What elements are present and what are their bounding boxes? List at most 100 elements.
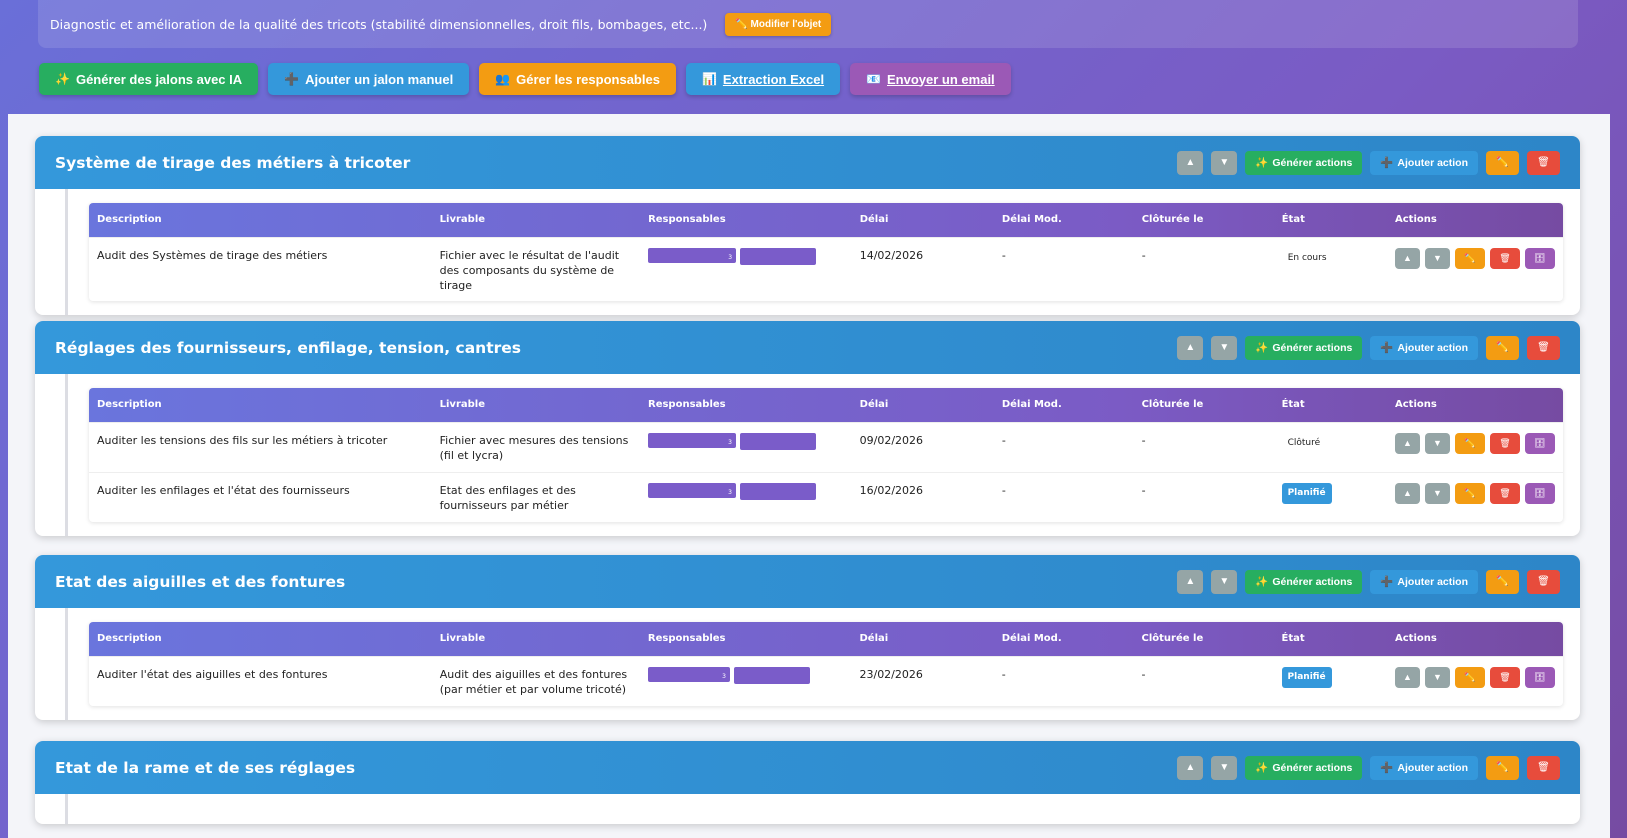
generate-actions-label: Générer actions [1272,156,1353,169]
responsable-chip[interactable]: 3 [647,666,730,682]
generate-milestones-ai-button[interactable]: ✨ Générer des jalons avec IA [39,63,259,95]
delete-milestone-trash-icon[interactable]: 🗑 [1527,569,1560,594]
responsable-chip[interactable] [740,432,816,450]
cell-delai: 23/02/2026 [851,655,994,706]
cell-actions: ▲ ▼ ✏️ 🗑 🗄 [1387,471,1563,522]
table-header-row: Description Livrable Responsables Délai Déla… [89,203,1563,237]
move-down-icon[interactable]: ▼ [1211,569,1238,594]
move-up-icon[interactable]: ▲ [1177,569,1204,594]
responsable-count: 3 [722,672,726,680]
responsables-list: 3 [648,247,844,265]
cell-description: Auditer les enfilages et l'état des four… [89,471,432,522]
responsable-chip[interactable] [733,666,810,684]
move-up-icon[interactable]: ▲ [1177,335,1204,360]
move-up-icon[interactable]: ▲ [1177,755,1204,780]
header-zone: Diagnostic et amélioration de la qualité… [8,0,1610,114]
edit-milestone-pencil-icon[interactable]: ✏️ [1486,755,1519,780]
row-archive-icon[interactable]: 🗄 [1525,482,1555,504]
responsable-chip[interactable]: 3 [648,247,737,263]
manage-responsables-button[interactable]: 👥 Gérer les responsables [479,63,676,95]
edit-milestone-pencil-icon[interactable]: ✏️ [1486,569,1519,594]
row-move-up-icon[interactable]: ▲ [1395,432,1420,454]
plus-icon: ➕ [1380,342,1394,354]
table-row: Audit des Systèmes de tirage des métiers… [89,236,1563,301]
milestone-card: Réglages des fournisseurs, enfilage, ten… [35,321,1580,536]
add-action-label: Ajouter action [1397,575,1468,588]
row-move-up-icon[interactable]: ▲ [1395,247,1420,269]
row-delete-trash-icon[interactable]: 🗑 [1490,247,1520,269]
row-edit-pencil-icon[interactable]: ✏️ [1455,247,1485,269]
add-action-button[interactable]: ➕ Ajouter action [1370,335,1478,360]
generate-actions-button[interactable]: ✨ Générer actions [1245,755,1363,780]
milestone-body: Description Livrable Responsables Délai Déla… [35,374,1580,536]
row-edit-pencil-icon[interactable]: ✏️ [1455,482,1485,504]
row-archive-icon[interactable]: 🗄 [1525,666,1555,688]
send-email-button[interactable]: 📧 Envoyer un email [850,63,1011,95]
row-move-down-icon[interactable]: ▼ [1425,432,1450,454]
responsable-chip[interactable]: 3 [648,432,736,448]
cell-actions: ▲ ▼ ✏️ 🗑 🗄 [1387,236,1563,301]
chart-icon: 📊 [701,72,717,86]
move-down-icon[interactable]: ▼ [1211,755,1238,780]
people-icon: 👥 [495,72,511,86]
column-header-description: Description [97,399,162,411]
row-move-down-icon[interactable]: ▼ [1425,247,1450,269]
cell-description: Auditer l'état des aiguilles et des font… [89,655,432,706]
edit-milestone-pencil-icon[interactable]: ✏️ [1486,335,1519,360]
row-delete-trash-icon[interactable]: 🗑 [1490,432,1520,454]
row-actions: ▲ ▼ ✏️ 🗑 🗄 [1395,432,1555,454]
milestone-card: Système de tirage des métiers à tricoter… [35,136,1580,315]
responsable-chip[interactable] [740,247,817,265]
delete-milestone-trash-icon[interactable]: 🗑 [1527,335,1560,360]
generate-actions-button[interactable]: ✨ Générer actions [1245,150,1363,175]
responsables-list: 3 [647,666,844,684]
cell-livrable: Audit des aiguilles et des fontures (par… [431,655,640,706]
row-archive-icon[interactable]: 🗄 [1525,432,1555,454]
add-action-button[interactable]: ➕ Ajouter action [1370,755,1478,780]
row-move-up-icon[interactable]: ▲ [1395,482,1420,504]
milestone-title: Réglages des fournisseurs, enfilage, ten… [55,338,521,357]
cell-cloturee: - [1133,471,1274,522]
delete-milestone-trash-icon[interactable]: 🗑 [1527,755,1560,780]
responsable-count: 3 [728,253,733,261]
extract-excel-button[interactable]: 📊 Extraction Excel [685,63,841,95]
add-manual-milestone-button[interactable]: ➕ Ajouter un jalon manuel [268,63,470,95]
edit-milestone-pencil-icon[interactable]: ✏️ [1486,150,1519,175]
column-header-delai-mod: Délai Mod. [1001,399,1062,411]
row-move-up-icon[interactable]: ▲ [1395,666,1420,688]
add-action-button[interactable]: ➕ Ajouter action [1370,569,1478,594]
add-action-button[interactable]: ➕ Ajouter action [1370,150,1478,175]
row-archive-icon[interactable]: 🗄 [1525,247,1555,269]
delete-milestone-trash-icon[interactable]: 🗑 [1527,150,1560,175]
milestone-body: Description Livrable Responsables Délai Déla… [35,608,1580,720]
row-actions: ▲ ▼ ✏️ 🗑 🗄 [1395,482,1555,504]
table-header-row: Description Livrable Responsables Délai Déla… [89,388,1563,422]
cell-responsables: 3 [640,421,852,472]
generate-actions-button[interactable]: ✨ Générer actions [1245,335,1363,360]
move-down-icon[interactable]: ▼ [1211,335,1238,360]
move-down-icon[interactable]: ▼ [1211,150,1238,175]
edit-objective-button[interactable]: ✏️ Modifier l'objet [725,12,832,36]
row-edit-pencil-icon[interactable]: ✏️ [1455,432,1485,454]
move-up-icon[interactable]: ▲ [1177,150,1204,175]
cell-delai: 14/02/2026 [851,236,994,301]
cell-cloturee: - [1133,236,1274,301]
row-actions: ▲ ▼ ✏️ 🗑 🗄 [1395,666,1555,688]
row-move-down-icon[interactable]: ▼ [1425,482,1450,504]
row-edit-pencil-icon[interactable]: ✏️ [1455,666,1485,688]
generate-actions-button[interactable]: ✨ Générer actions [1245,569,1363,594]
responsable-chip[interactable]: 3 [648,482,736,498]
manage-responsables-label: Gérer les responsables [516,71,660,87]
email-icon: 📧 [866,72,882,86]
row-delete-trash-icon[interactable]: 🗑 [1490,482,1520,504]
cell-cloturee: - [1133,421,1274,472]
row-delete-trash-icon[interactable]: 🗑 [1490,666,1520,688]
generate-milestones-ai-label: Générer des jalons avec IA [75,71,243,87]
milestone-body [35,794,1580,824]
generate-actions-label: Générer actions [1272,575,1353,588]
sparkle-icon: ✨ [1255,157,1269,169]
responsable-chip[interactable] [740,482,816,500]
row-move-down-icon[interactable]: ▼ [1425,666,1450,688]
send-email-label: Envoyer un email [887,71,995,87]
column-header-etat: État [1281,633,1305,645]
